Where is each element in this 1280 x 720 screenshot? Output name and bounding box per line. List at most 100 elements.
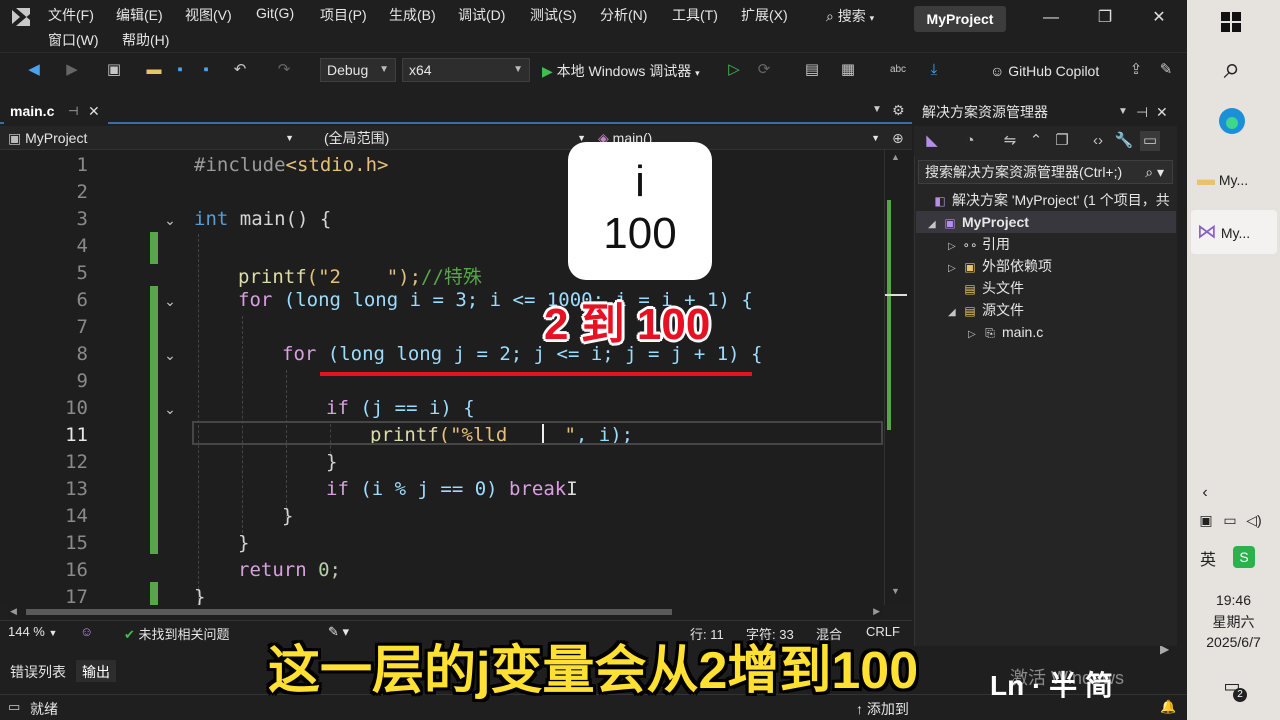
menu-file[interactable]: 文件(F): [48, 5, 94, 25]
vs-solution-icon[interactable]: ◣: [922, 131, 942, 151]
wrench-icon[interactable]: 🔧: [1114, 131, 1134, 151]
taskbar-app-folder[interactable]: ▬ My...: [1197, 164, 1273, 194]
step-icon[interactable]: ⤓: [924, 60, 944, 80]
clock-date[interactable]: 2025/6/7: [1187, 634, 1280, 650]
notification-icon[interactable]: 🔔: [1160, 699, 1176, 715]
tree-solution-root[interactable]: ◧ 解决方案 'MyProject' (1 个项目，共: [932, 190, 1176, 210]
volume-icon[interactable]: ◁): [1245, 512, 1263, 532]
start-without-debugging-icon[interactable]: ▷: [724, 60, 744, 80]
restore-icon[interactable]: ❐: [1090, 6, 1120, 30]
sync-icon[interactable]: ⇋: [1000, 131, 1020, 151]
tree-project[interactable]: ◢ ▣ MyProject: [928, 212, 1029, 232]
dropdown-icon[interactable]: ▼: [1118, 98, 1128, 126]
menu-extensions[interactable]: 扩展(X): [741, 5, 788, 25]
menu-tools[interactable]: 工具(T): [672, 5, 718, 25]
chevron-left-icon[interactable]: ‹: [1197, 484, 1213, 504]
tray-icon[interactable]: ▣: [1197, 512, 1215, 532]
redo-icon[interactable]: ↷: [274, 60, 294, 80]
vertical-scrollbar[interactable]: ▲ ▼: [884, 150, 908, 605]
preview-icon[interactable]: ▭: [1140, 131, 1160, 151]
pin-icon[interactable]: ⊣: [68, 98, 78, 124]
scroll-up-icon[interactable]: ▲: [891, 152, 900, 162]
scroll-down-icon[interactable]: ▼: [891, 586, 900, 596]
split-icon[interactable]: ⊕: [892, 128, 908, 148]
taskbar-app-vs[interactable]: ⋈ My...: [1191, 210, 1277, 254]
close-icon[interactable]: ✕: [1156, 98, 1168, 126]
platform-select[interactable]: x64 ▼: [402, 58, 530, 82]
tree-header-files[interactable]: ▤ 头文件: [962, 278, 1024, 298]
hot-reload-icon[interactable]: ⟳: [754, 60, 774, 80]
minimize-icon[interactable]: —: [1036, 6, 1066, 30]
issues-status[interactable]: ✔ 未找到相关问题: [124, 624, 230, 643]
scroll-left-icon[interactable]: ◀: [10, 606, 17, 617]
edge-icon[interactable]: [1215, 106, 1249, 140]
back-icon[interactable]: ◀: [24, 60, 44, 80]
tab-output[interactable]: 输出: [76, 660, 116, 682]
close-icon[interactable]: ✕: [88, 98, 100, 124]
tree-references[interactable]: ▷ ∘∘ 引用: [948, 234, 1010, 254]
tree-label: main.c: [1002, 324, 1044, 340]
menu-view[interactable]: 视图(V): [185, 5, 232, 25]
clock-time[interactable]: 19:46: [1187, 592, 1280, 608]
menu-analyze[interactable]: 分析(N): [600, 5, 647, 25]
show-all-files-icon[interactable]: ❐: [1052, 131, 1072, 151]
source-control-button[interactable]: ↑ 添加到: [856, 699, 909, 719]
project-badge[interactable]: MyProject: [914, 6, 1006, 32]
menu-project[interactable]: 项目(P): [320, 5, 367, 25]
tab-error-list[interactable]: 错误列表: [10, 662, 66, 682]
search-icon[interactable]: ⌕: [1215, 52, 1249, 86]
undo-icon[interactable]: ↶: [230, 60, 250, 80]
scroll-right-icon[interactable]: ▶: [873, 606, 880, 617]
menu-build[interactable]: 生成(B): [389, 5, 436, 25]
collapse-all-icon[interactable]: ⌃: [1026, 131, 1046, 151]
forward-icon[interactable]: ▶: [62, 60, 82, 80]
tree-main-c[interactable]: ▷ ⎘ main.c: [968, 322, 1043, 342]
menu-edit[interactable]: 编辑(E): [116, 5, 163, 25]
save-all-icon[interactable]: ▪: [196, 60, 216, 80]
fold-chevron-icon[interactable]: ⌄: [162, 347, 178, 363]
spellcheck-icon[interactable]: abc: [888, 60, 908, 80]
ime-language[interactable]: 英: [1197, 546, 1219, 569]
tree-external-deps[interactable]: ▷ ▣ 外部依赖项: [948, 256, 1052, 276]
fold-chevron-icon[interactable]: ⌄: [162, 212, 178, 228]
clock-weekday[interactable]: 星期六: [1187, 612, 1280, 632]
feedback-icon[interactable]: ✎: [1156, 60, 1176, 80]
menu-window[interactable]: 窗口(W): [48, 30, 99, 50]
pin-icon[interactable]: ⊣: [1136, 98, 1148, 126]
close-icon[interactable]: ✕: [1144, 6, 1174, 30]
layout-icon[interactable]: ▦: [838, 60, 858, 80]
start-debugging-button[interactable]: ▶ 本地 Windows 调试器 ▾: [542, 61, 700, 81]
browse-icon[interactable]: ▤: [802, 60, 822, 80]
nav-scope-dropdown[interactable]: (全局范围) ▼: [324, 128, 590, 148]
zoom-select[interactable]: 144 % ▼: [8, 624, 57, 639]
notification-center-icon[interactable]: ▭ 2: [1219, 676, 1247, 702]
open-folder-icon[interactable]: ▬: [144, 60, 164, 80]
fold-chevron-icon[interactable]: ⌄: [162, 293, 178, 309]
sogou-ime-icon[interactable]: S: [1233, 546, 1255, 568]
share-icon[interactable]: ⇪: [1126, 60, 1146, 80]
code-editor[interactable]: 1 2 3 4 5 6 7 8 9 10 11 12 13 14 15 16 1…: [0, 150, 912, 605]
save-icon[interactable]: ▪: [170, 60, 190, 80]
fold-chevron-icon[interactable]: ⌄: [162, 401, 178, 417]
tree-source-files[interactable]: ◢ ▤ 源文件: [948, 300, 1024, 320]
network-icon[interactable]: ▭: [1221, 512, 1239, 532]
menu-test[interactable]: 测试(S): [530, 5, 577, 25]
tab-main-c[interactable]: main.c ⊣ ✕: [4, 98, 108, 124]
gear-icon[interactable]: ⚙: [892, 102, 905, 119]
windows-start-icon[interactable]: [1219, 12, 1243, 36]
nav-project-dropdown[interactable]: ▣ MyProject ▼: [8, 128, 298, 148]
menu-debug[interactable]: 调试(D): [458, 5, 505, 25]
code-view-icon[interactable]: ‹›: [1088, 131, 1108, 151]
copilot-button[interactable]: ☺ GitHub Copilot: [990, 61, 1099, 81]
new-project-icon[interactable]: ▣: [104, 60, 124, 80]
search-box[interactable]: ⌕ 搜索 ▾: [826, 6, 896, 30]
tab-overflow-icon[interactable]: ▼: [872, 104, 882, 115]
history-icon[interactable]: ◔: [960, 131, 980, 151]
menu-git[interactable]: Git(G): [256, 5, 294, 21]
vs-logo-icon[interactable]: [10, 6, 36, 28]
menu-help[interactable]: 帮助(H): [122, 30, 169, 50]
solution-search-input[interactable]: 搜索解决方案资源管理器(Ctrl+;) ⌕ ▾: [918, 160, 1173, 184]
config-select[interactable]: Debug ▼: [320, 58, 396, 82]
copilot-status-icon[interactable]: ☺: [80, 624, 93, 639]
horizontal-scroll-thumb[interactable]: [26, 609, 672, 615]
